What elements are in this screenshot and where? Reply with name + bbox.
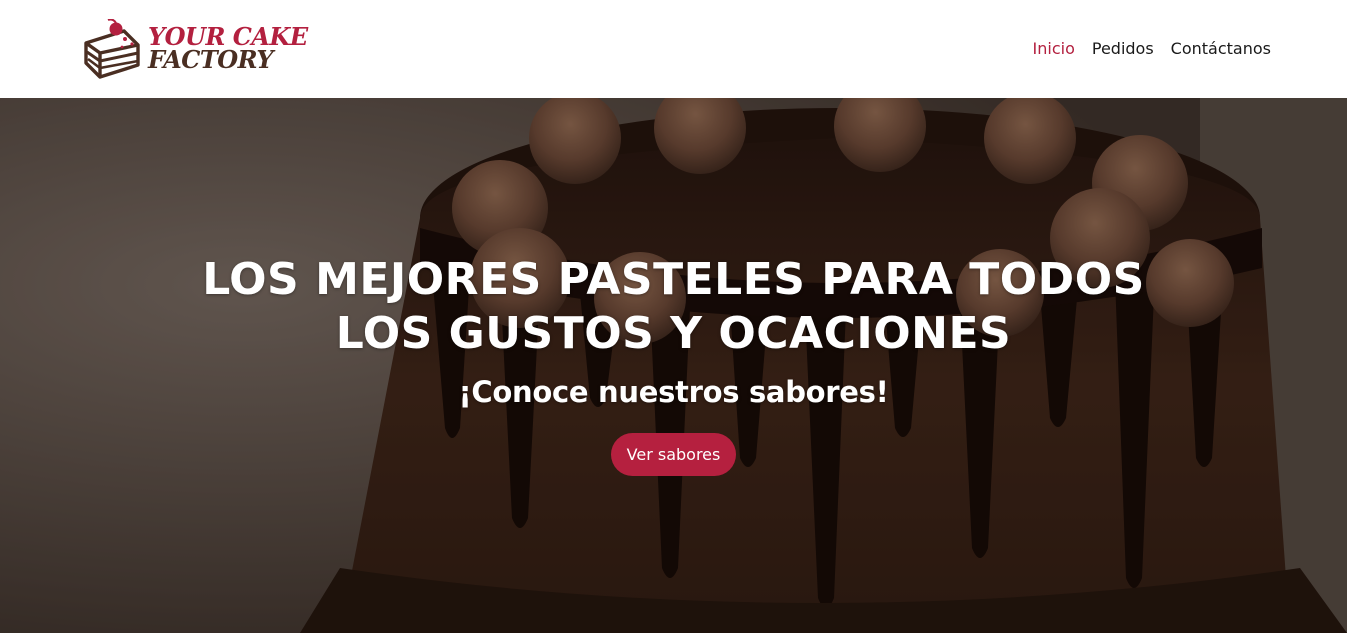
hero-section: LOS MEJORES PASTELES PARA TODOS LOS GUST… [0,98,1347,633]
hero-subtitle: ¡Conoce nuestros sabores! [458,375,889,409]
brand-name: YOUR CAKE FACTORY [148,25,308,74]
nav-item-pedidos: Pedidos [1092,39,1154,59]
cake-slice-with-cherry-icon [84,19,140,79]
hero-title-line1: LOS MEJORES PASTELES PARA TODOS [202,254,1145,305]
nav-list: Inicio Pedidos Contáctanos [1033,39,1271,59]
nav-item-inicio: Inicio [1033,39,1075,59]
hero-title-line2: LOS GUSTOS Y OCACIONES [335,308,1012,359]
brand-logo[interactable]: YOUR CAKE FACTORY [80,19,308,79]
hero-title: LOS MEJORES PASTELES PARA TODOS LOS GUST… [194,253,1154,361]
nav-link-inicio[interactable]: Inicio [1033,39,1075,58]
nav-link-pedidos[interactable]: Pedidos [1092,39,1154,58]
nav-item-contactanos: Contáctanos [1171,39,1271,59]
main-nav: Inicio Pedidos Contáctanos [1033,39,1271,59]
brand-name-line2: FACTORY [148,45,273,74]
hero-content: LOS MEJORES PASTELES PARA TODOS LOS GUST… [0,98,1347,633]
site-header: YOUR CAKE FACTORY Inicio Pedidos Contáct… [0,0,1347,98]
ver-sabores-button[interactable]: Ver sabores [610,433,737,476]
nav-link-contactanos[interactable]: Contáctanos [1171,39,1271,58]
